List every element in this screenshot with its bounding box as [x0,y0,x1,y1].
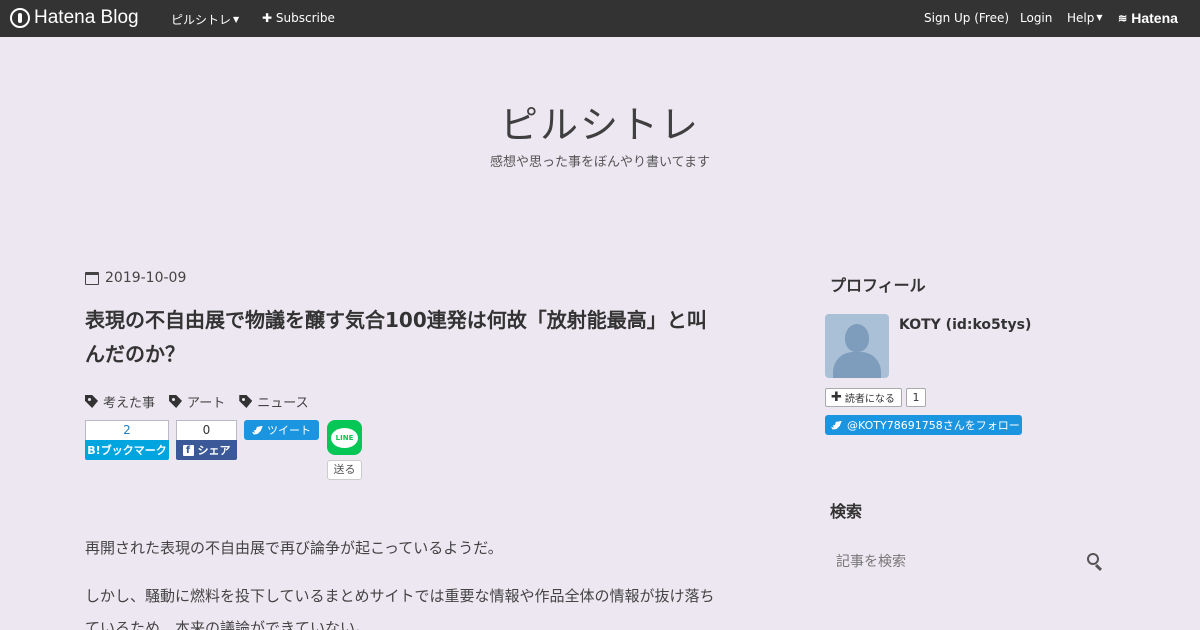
help-dropdown[interactable]: Help ▼ [1067,11,1103,25]
profile-name-link[interactable]: KOTY (id:ko5tys) [899,317,1031,333]
twitter-follow-button[interactable]: @KOTY78691758さんをフォロー [825,415,1022,435]
facebook-count: 0 [176,420,237,440]
entry-paragraph: しかし、騒動に燃料を投下しているまとめサイトでは重要な情報や作品全体の情報が抜け… [85,587,715,630]
tweet-label: ツイート [267,424,311,437]
tag-link[interactable]: 考えた事 [85,392,155,411]
bookmark-label: B!ブックマーク [85,440,169,460]
help-label: Help [1067,11,1095,25]
hatena-blog-logo[interactable]: Hatena Blog [10,7,139,29]
line-send-button[interactable]: 送る [327,460,362,480]
subscribe-label: Subscribe [275,11,335,25]
avatar-body-shape [833,352,881,378]
tag-link[interactable]: ニュース [239,392,309,411]
login-link[interactable]: Login [1020,11,1052,25]
facebook-share-label: シェア [197,444,231,457]
subscribe-reader-button[interactable]: ✚ 読者になる [825,388,902,407]
reader-label: 読者になる [844,394,895,405]
hatena-logo[interactable]: ≋ Hatena [1118,10,1178,26]
subscribe-button[interactable]: ✚ Subscribe [262,11,335,25]
plus-icon: ✚ [262,11,273,25]
facebook-icon: f [182,444,194,456]
tag-label: 考えた事 [103,396,156,411]
facebook-share-button[interactable]: 0 f シェア [176,420,237,460]
hatena-bookmark-button[interactable]: 2 B!ブックマーク [85,420,169,460]
facebook-share-label-row: f シェア [176,440,237,460]
blog-menu-dropdown[interactable]: ピルシトレ ▼ [171,11,239,28]
tag-icon [239,395,253,408]
tag-label: ニュース [257,396,309,411]
blog-description: 感想や思った事をぼんやり書いてます [490,155,710,170]
twitter-bird-icon [252,425,263,435]
follow-label: @KOTY78691758さんをフォロー [847,419,1020,432]
reader-count: 1 [906,388,926,407]
line-icon: LINE [331,427,358,448]
search-icon[interactable] [1087,553,1099,565]
tag-label: アート [187,396,226,411]
signup-link[interactable]: Sign Up (Free) [924,11,1009,25]
search-heading: 検索 [830,502,863,521]
logo-text: Hatena Blog [34,7,139,28]
caret-down-icon: ▼ [233,15,240,24]
tweet-button[interactable]: ツイート [244,420,319,440]
global-header: Hatena Blog ピルシトレ ▼ ✚ Subscribe Sign Up (… [0,0,1200,37]
tag-icon [85,395,98,408]
profile-avatar[interactable] [825,314,889,378]
calendar-icon [85,271,99,285]
hatena-logo-text: Hatena [1131,10,1178,26]
search-input[interactable]: 記事を検索 [825,545,1110,577]
entry-paragraph: 再開された表現の不自由展で再び論争が起こっているようだ。 [85,539,503,557]
blog-menu-label: ピルシトレ [171,13,232,27]
entry-date-text: 2019-10-09 [105,270,187,286]
blog-title[interactable]: ピルシトレ [0,94,1200,149]
twitter-bird-icon [831,420,842,430]
hatena-blog-logo-icon [10,8,30,28]
tag-icon [169,395,183,408]
entry-date[interactable]: 2019-10-09 [85,270,186,286]
hatena-wave-icon: ≋ [1118,12,1128,25]
entry-title[interactable]: 表現の不自由展で物議を醸す気合100連発は何故「放射能最高」と叫んだのか？ [85,303,725,371]
tag-link[interactable]: アート [169,392,225,411]
plus-icon: ✚ [831,389,842,405]
profile-heading: プロフィール [830,276,926,295]
bookmark-count[interactable]: 2 [85,420,169,440]
caret-down-icon: ▼ [1096,13,1103,22]
entry-tags: 考えた事 アート ニュース [85,392,309,411]
avatar-head-shape [845,324,869,352]
line-share-button[interactable]: LINE [327,420,362,455]
